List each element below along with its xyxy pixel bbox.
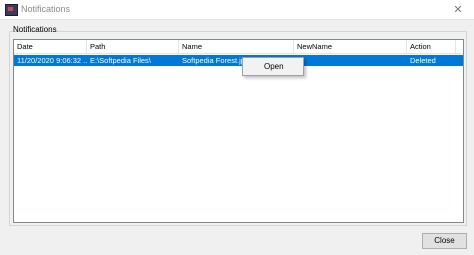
notifications-list[interactable]: Date Path Name NewName Action 11/20/2020…	[13, 39, 464, 223]
group-label: Notifications	[13, 25, 57, 34]
list-header: Date Path Name NewName Action	[14, 40, 463, 54]
window-title: Notifications	[21, 4, 71, 14]
cell-date: 11/20/2020 9:06:32 ...	[17, 56, 87, 65]
cell-action: Deleted	[410, 56, 436, 65]
table-row[interactable]: 11/20/2020 9:06:32 ... E:\Softpedia File…	[14, 55, 463, 66]
context-menu: Open	[242, 57, 304, 76]
title-bar: Notifications ✕	[0, 0, 474, 20]
column-header-path[interactable]: Path	[87, 40, 179, 53]
column-header-name[interactable]: Name	[179, 40, 294, 53]
column-header-date[interactable]: Date	[14, 40, 87, 53]
cell-newname	[294, 55, 407, 66]
cell-path: E:\Softpedia Files\	[90, 56, 151, 65]
context-menu-open[interactable]: Open	[245, 60, 301, 73]
column-header-newname[interactable]: NewName	[294, 40, 407, 53]
close-button[interactable]: Close	[422, 233, 467, 249]
window-close-icon[interactable]: ✕	[442, 0, 474, 19]
app-icon	[5, 4, 18, 16]
column-header-action[interactable]: Action	[407, 40, 456, 53]
